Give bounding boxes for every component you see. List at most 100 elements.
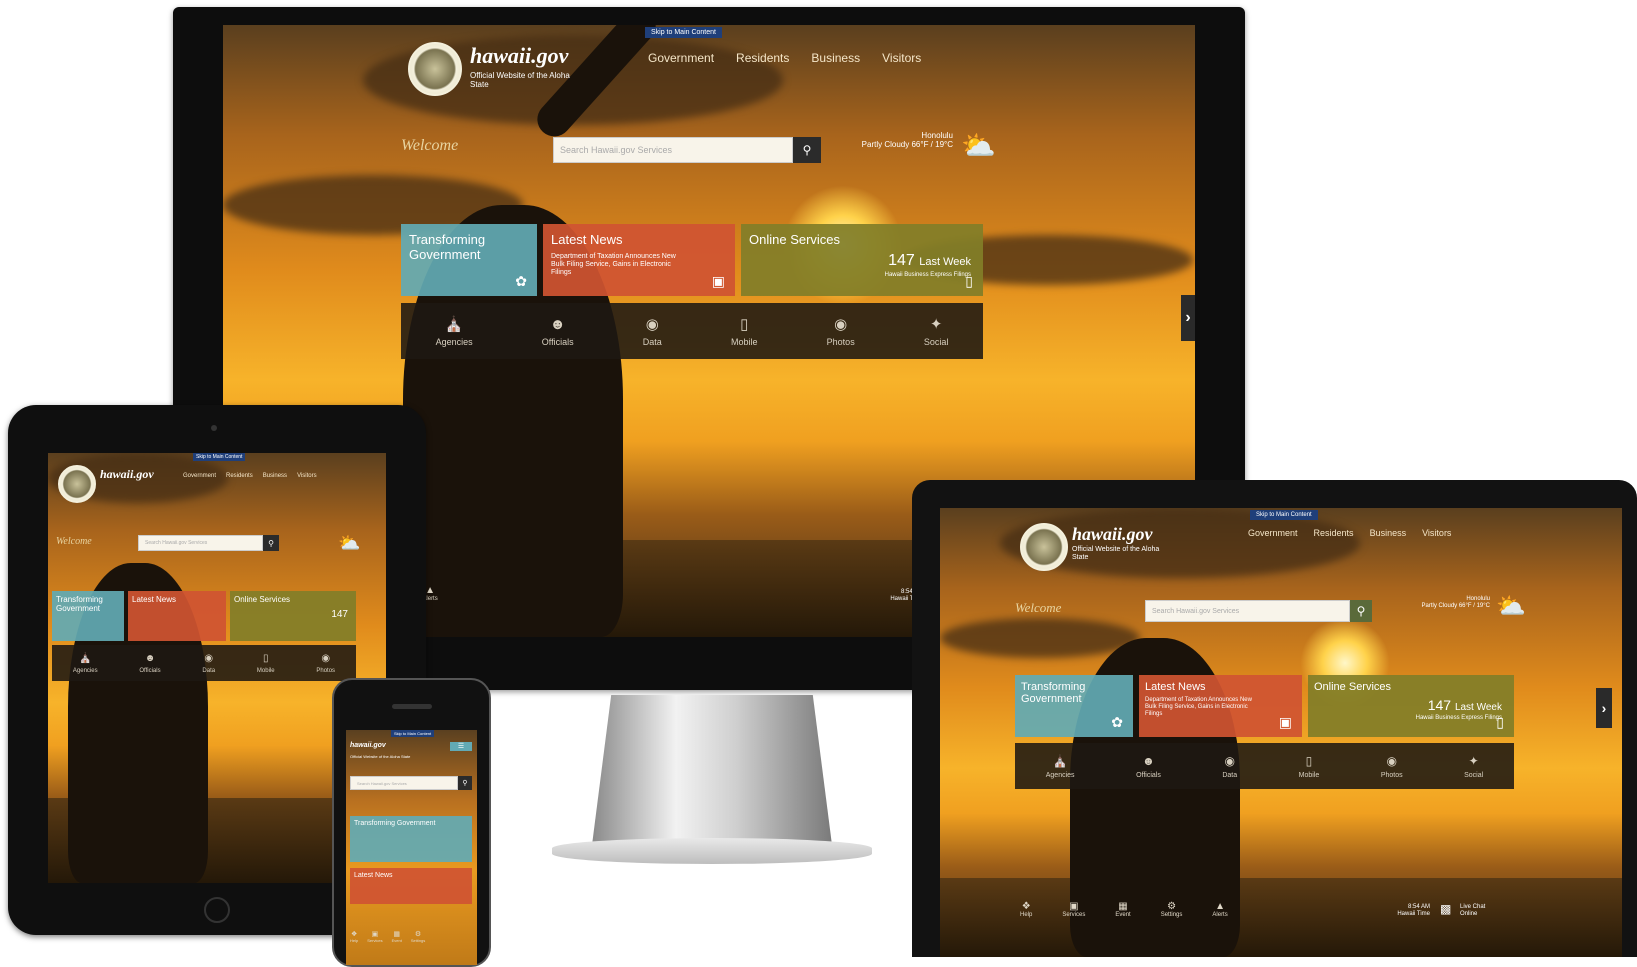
tile-latest-news[interactable]: Latest News Department of Taxation Annou… <box>543 224 735 296</box>
globe-icon: ◉ <box>1224 753 1235 768</box>
skip-link[interactable]: Skip to Main Content <box>645 27 722 38</box>
iconbar-label: Data <box>642 337 662 347</box>
bottom-services[interactable]: ▣Services <box>367 930 382 943</box>
globe-icon: ◉ <box>645 316 659 333</box>
tablet-camera <box>211 425 217 431</box>
nav-government[interactable]: Government <box>1248 528 1298 538</box>
iconbar-photos[interactable]: ◉ Photos <box>1381 754 1403 779</box>
iconbar-mobile[interactable]: ▯ Mobile <box>731 315 758 347</box>
logo-text[interactable]: hawaii.gov <box>350 742 386 749</box>
state-seal-logo[interactable] <box>58 465 96 503</box>
logo-text[interactable]: hawaii.gov <box>470 43 568 69</box>
bottom-event[interactable]: ▦Event <box>392 930 402 943</box>
nav-visitors[interactable]: Visitors <box>882 51 921 65</box>
menu-button[interactable]: ☰ <box>450 742 472 751</box>
skip-link[interactable]: Skip to Main Content <box>1250 510 1318 520</box>
bottom-label: Event <box>391 938 402 943</box>
nav-business[interactable]: Business <box>811 51 860 65</box>
iconbar-agencies[interactable]: ⛪ Agencies <box>1046 754 1075 779</box>
search-button[interactable]: ⚲ <box>458 776 472 790</box>
iconbar-data[interactable]: ◉ Data <box>202 653 215 674</box>
twitter-icon: ✦ <box>1468 753 1479 768</box>
iconbar-agencies[interactable]: ⛪ Agencies <box>436 315 473 347</box>
building-icon: ⛪ <box>79 652 92 664</box>
tile-online-services[interactable]: Online Services 147 <box>230 591 356 641</box>
iconbar-data[interactable]: ◉ Data <box>643 315 662 347</box>
mobile-icon: ▯ <box>1305 753 1313 768</box>
state-seal-logo[interactable] <box>1020 523 1068 571</box>
iconbar-officials[interactable]: ☻ Officials <box>1136 754 1161 779</box>
tile-latest-news[interactable]: Latest News <box>350 868 472 904</box>
skip-link[interactable]: Skip to Main Content <box>193 453 246 461</box>
bottom-event[interactable]: ▦Event <box>1115 901 1130 918</box>
iconbar-label: Officials <box>139 667 161 674</box>
iconbar-label: Agencies <box>435 337 473 347</box>
search-input[interactable]: Search Hawaii.gov Services <box>553 137 793 163</box>
search-button[interactable]: ⚲ <box>1350 600 1372 622</box>
tile-transforming-government[interactable]: Transforming Government <box>350 816 472 862</box>
logo-text[interactable]: hawaii.gov <box>1072 524 1153 545</box>
search-input[interactable]: Search Hawaii.gov Services <box>138 535 263 551</box>
gear-icon: ⚙ <box>1167 901 1177 912</box>
services-count: 147 Last Week <box>1428 697 1502 713</box>
bottom-settings[interactable]: ⚙Settings <box>411 930 425 943</box>
tile-transforming-government[interactable]: Transforming Government ✿ <box>401 224 537 296</box>
nav-visitors[interactable]: Visitors <box>1422 528 1451 538</box>
nav-government[interactable]: Government <box>648 51 714 65</box>
skip-link[interactable]: Skip to Main Content <box>391 730 435 737</box>
bottom-bar: ❖Help ▣Services ▦Event ⚙Settings ▲Alerts <box>1020 901 1228 918</box>
nav-residents[interactable]: Residents <box>736 51 789 65</box>
search-button[interactable]: ⚲ <box>263 535 279 551</box>
bottom-alerts[interactable]: ▲ Alerts <box>1212 901 1227 918</box>
nav-visitors[interactable]: Visitors <box>297 473 317 479</box>
bottom-help[interactable]: ❖Help <box>1020 901 1032 918</box>
weather-widget: Honolulu Partly Cloudy 66°F / 19°C <box>843 131 953 149</box>
cloud <box>940 618 1140 658</box>
nav-business[interactable]: Business <box>1370 528 1407 538</box>
iconbar-photos[interactable]: ◉ Photos <box>316 653 335 674</box>
iconbar-social[interactable]: ✦ Social <box>1464 754 1483 779</box>
logo-text[interactable]: hawaii.gov <box>100 467 154 482</box>
iconbar-label: Data <box>1222 771 1238 779</box>
next-slide-arrow[interactable]: › <box>1596 688 1612 728</box>
bottom-help[interactable]: ❖Help <box>350 930 358 943</box>
tile-title: Online Services <box>1314 681 1392 693</box>
weather-details: Partly Cloudy 66°F / 19°C <box>861 140 953 149</box>
iconbar-data[interactable]: ◉ Data <box>1222 754 1237 779</box>
people-icon: ☻ <box>549 315 566 333</box>
tile-online-services[interactable]: Online Services 147 Last Week Hawaii Bus… <box>1308 675 1514 737</box>
iconbar-photos[interactable]: ◉ Photos <box>827 315 855 347</box>
iconbar-officials[interactable]: ☻ Officials <box>139 653 160 674</box>
news-headline: Department of Taxation Announces New Bul… <box>1145 697 1252 717</box>
iconbar-label: Photos <box>1380 771 1403 779</box>
book-icon: ▣ <box>711 273 725 289</box>
iconbar-mobile[interactable]: ▯ Mobile <box>1299 754 1320 779</box>
chat-icon[interactable]: ▩ <box>1440 902 1451 916</box>
iconbar-mobile[interactable]: ▯ Mobile <box>257 653 275 674</box>
bottom-settings[interactable]: ⚙Settings <box>1161 901 1183 918</box>
nav-government[interactable]: Government <box>183 473 216 479</box>
clock-widget: 8:54 AM Hawaii Time <box>843 589 923 603</box>
nav-residents[interactable]: Residents <box>226 473 253 479</box>
live-chat-label[interactable]: Live Chat Online <box>1460 904 1500 918</box>
tablet-home-button[interactable] <box>204 897 230 923</box>
iconbar-officials[interactable]: ☻ Officials <box>542 316 574 347</box>
bottom-services[interactable]: ▣Services <box>1062 901 1085 918</box>
next-slide-arrow[interactable]: › <box>1181 295 1195 341</box>
nav-business[interactable]: Business <box>263 473 287 479</box>
tile-transforming-government[interactable]: Transforming Government <box>52 591 124 641</box>
icon-bar: ⛪ Agencies ☻ Officials ◉ Data ▯ Mobile ◉ Phot… <box>52 645 356 681</box>
tile-online-services[interactable]: Online Services 147 Last Week Hawaii Bus… <box>741 224 983 296</box>
search-input[interactable]: Search Hawaii.gov Services <box>1145 600 1350 622</box>
iconbar-label: Mobile <box>256 667 275 674</box>
iconbar-agencies[interactable]: ⛪ Agencies <box>73 653 98 674</box>
tile-transforming-government[interactable]: Transforming Government ✿ <box>1015 675 1133 737</box>
state-seal-logo[interactable] <box>408 42 462 96</box>
tile-latest-news[interactable]: Latest News Department of Taxation Annou… <box>1139 675 1302 737</box>
tile-latest-news[interactable]: Latest News <box>128 591 226 641</box>
iconbar-social[interactable]: ✦ Social <box>924 315 949 347</box>
search-input[interactable]: Search Hawaii.gov Services <box>350 776 458 790</box>
nav-residents[interactable]: Residents <box>1314 528 1354 538</box>
globe-icon: ◉ <box>204 652 214 664</box>
search-button[interactable]: ⚲ <box>793 137 821 163</box>
